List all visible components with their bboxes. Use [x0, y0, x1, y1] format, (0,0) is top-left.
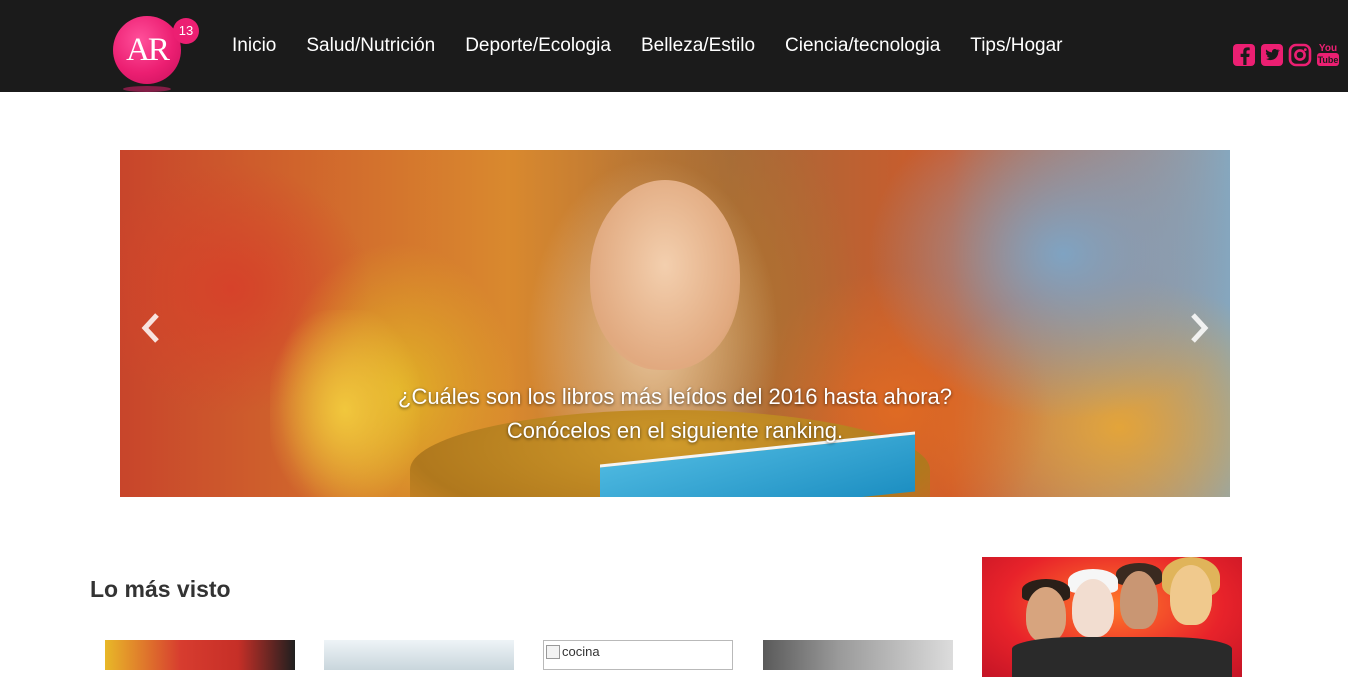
chevron-left-icon [141, 313, 159, 343]
chevron-right-icon [1191, 313, 1209, 343]
broken-image: cocina [546, 644, 600, 659]
hero-image-face [590, 180, 740, 370]
carousel-prev-button[interactable] [136, 312, 166, 348]
broken-image-icon [546, 644, 560, 659]
nav-item-belleza-estilo[interactable]: Belleza/Estilo [641, 34, 755, 58]
promo-person [1120, 571, 1158, 629]
promo-bodies [1012, 637, 1232, 677]
nav-item-ciencia-tecnologia[interactable]: Ciencia/tecnologia [785, 34, 940, 58]
nav-item-inicio[interactable]: Inicio [232, 34, 276, 58]
social-links: You Tube [1232, 40, 1340, 68]
nav-item-deporte-ecologia[interactable]: Deporte/Ecologia [465, 34, 611, 58]
carousel-next-button[interactable] [1184, 312, 1214, 348]
main-nav: Inicio Salud/Nutrición Deporte/Ecologia … [232, 34, 1093, 58]
facebook-icon[interactable] [1232, 40, 1256, 68]
logo-circle: AR [113, 16, 181, 84]
nav-item-salud-nutricion[interactable]: Salud/Nutrición [306, 34, 435, 58]
most-viewed-title: Lo más visto [90, 576, 231, 602]
twitter-icon[interactable] [1260, 40, 1284, 68]
site-logo[interactable]: AR 13 [113, 16, 203, 92]
hero-caption-line1: ¿Cuáles son los libros más leídos del 20… [398, 384, 952, 409]
logo-shadow [123, 86, 171, 92]
promo-person [1072, 579, 1114, 637]
promo-person [1170, 565, 1212, 625]
youtube-icon[interactable]: You Tube [1316, 40, 1340, 68]
svg-text:You: You [1319, 43, 1337, 54]
image-alt-text: cocina [562, 644, 600, 659]
instagram-icon[interactable] [1288, 40, 1312, 68]
hero-caption-line2: Conócelos en el siguiente ranking. [506, 418, 844, 443]
hero-caption[interactable]: ¿Cuáles son los libros más leídos del 20… [120, 380, 1230, 448]
promo-person [1026, 587, 1066, 642]
logo-badge: 13 [173, 18, 199, 44]
nav-item-tips-hogar[interactable]: Tips/Hogar [970, 34, 1062, 58]
svg-text:Tube: Tube [1318, 55, 1339, 65]
site-header: AR 13 Inicio Salud/Nutrición Deporte/Eco… [0, 0, 1348, 92]
hero-carousel[interactable]: ¿Cuáles son los libros más leídos del 20… [120, 150, 1230, 497]
promo-banner[interactable] [982, 557, 1242, 677]
